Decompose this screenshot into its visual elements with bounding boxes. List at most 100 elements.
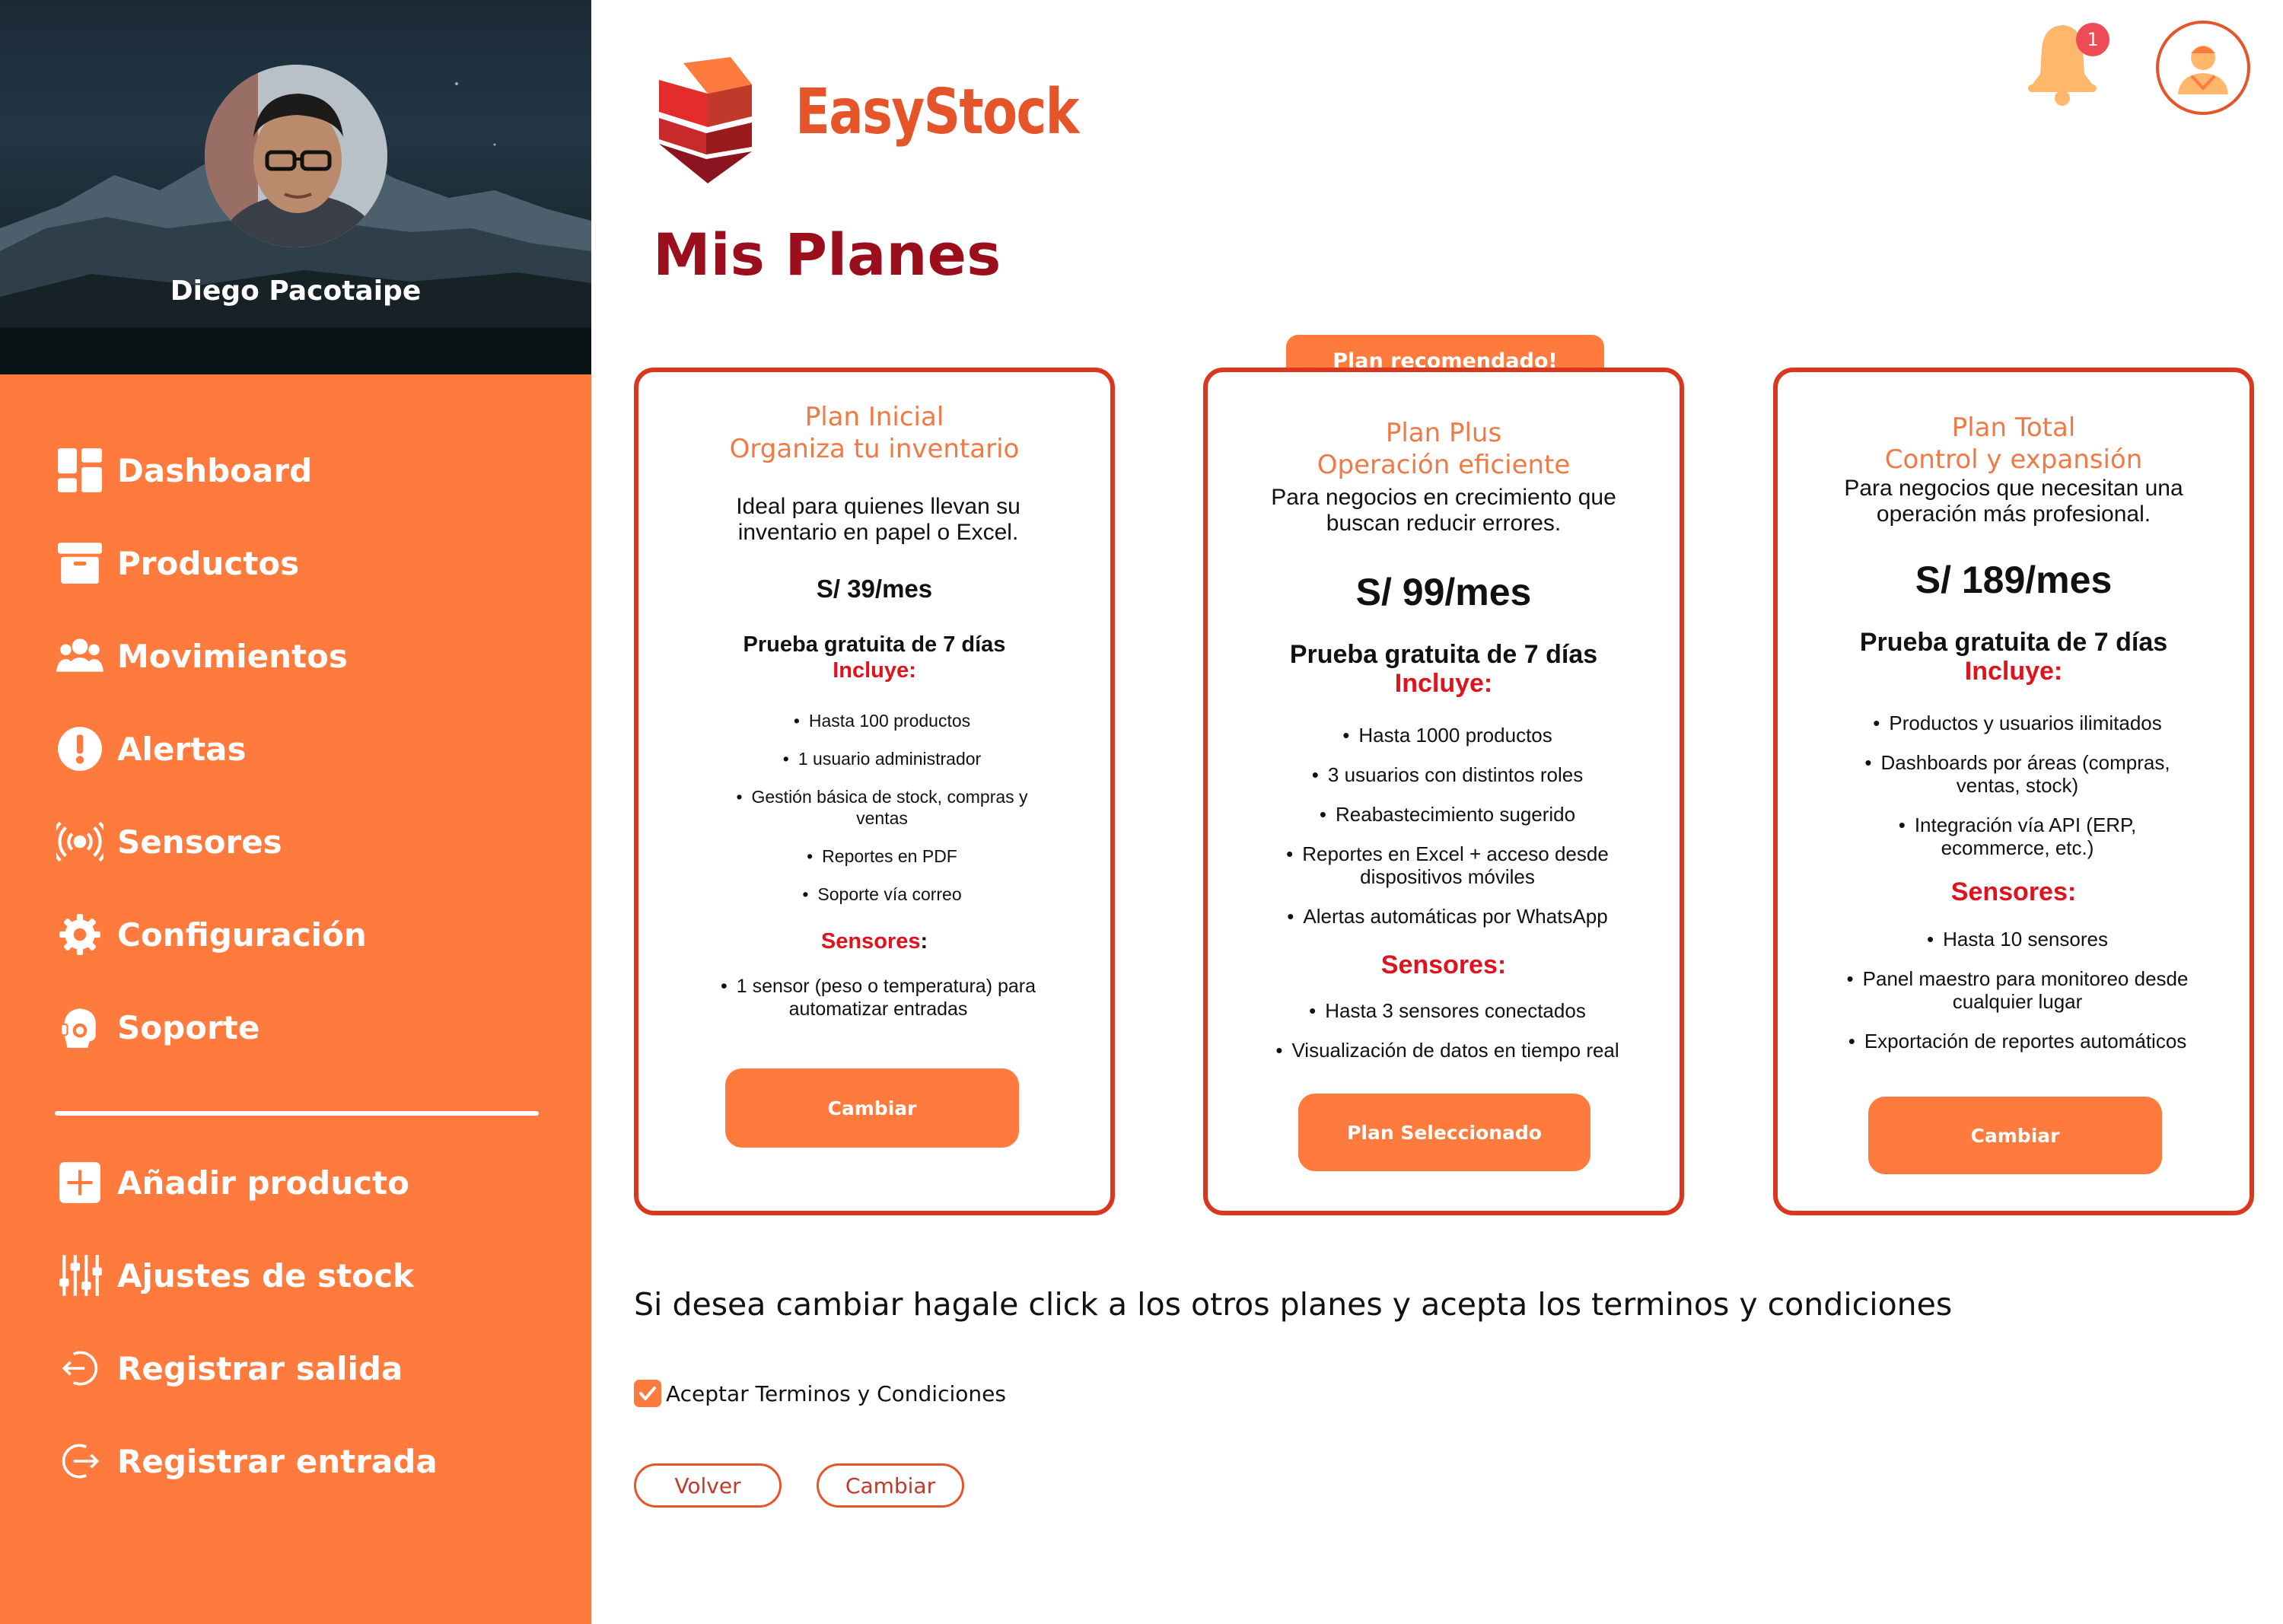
feature-item: Integración vía API (ERP, ecommerce, etc…	[1850, 814, 2185, 859]
plan-sensors-label: Sensores:	[1380, 951, 1507, 979]
sensor-wave-icon	[53, 815, 107, 868]
plan-trial: Prueba gratuita de 7 días	[1859, 628, 2168, 657]
feature-item: 1 usuario administrador	[715, 748, 1049, 769]
plan-sensors-colon: :	[920, 929, 928, 954]
profile-header: Diego Pacotaipe	[0, 0, 591, 374]
plan-includes-label: Incluye:	[1964, 657, 2063, 686]
terms-label: Aceptar Terminos y Condiciones	[666, 1380, 1006, 1406]
plan-includes-label: Incluye:	[833, 658, 916, 683]
plan-trial: Prueba gratuita de 7 días	[743, 632, 1006, 657]
plan-includes-label: Incluye:	[1394, 669, 1493, 698]
support-headset-icon	[53, 1001, 107, 1054]
exit-icon	[53, 1342, 107, 1395]
sidebar-item-label: Alertas	[117, 730, 247, 768]
sidebar-item-label: Registrar entrada	[117, 1442, 438, 1480]
plan-subtitle: Control y expansión	[1884, 444, 2143, 475]
sensor-item: Exportación de reportes automáticos	[1839, 1030, 2196, 1052]
terms-checkbox-row[interactable]: Aceptar Terminos y Condiciones	[634, 1380, 1006, 1407]
sidebar-divider	[55, 1111, 539, 1116]
sidebar-item-label: Sensores	[117, 823, 282, 861]
sidebar-action-registrar-entrada[interactable]: Registrar entrada	[53, 1431, 438, 1492]
sidebar: Diego Pacotaipe Dashboard Productos Movi…	[0, 0, 591, 1624]
plan-features: Hasta 100 productos 1 usuario administra…	[715, 710, 1049, 905]
plan-price: S/ 189/mes	[1915, 559, 2113, 601]
sidebar-item-label: Dashboard	[117, 451, 313, 489]
sensor-item: Hasta 10 sensores	[1839, 928, 2196, 951]
plan-sensors: Hasta 3 sensores conectados Visualizació…	[1269, 999, 1626, 1062]
brand-name: EasyStock	[795, 76, 1079, 148]
entry-icon	[53, 1435, 107, 1488]
feature-item: 3 usuarios con distintos roles	[1280, 763, 1615, 786]
plan-trial: Prueba gratuita de 7 días	[1289, 640, 1598, 669]
feature-item: Hasta 100 productos	[715, 710, 1049, 731]
sidebar-item-soporte[interactable]: Soporte	[53, 997, 260, 1058]
sidebar-item-movimientos[interactable]: Movimientos	[53, 626, 348, 686]
sensor-item: 1 sensor (peso o temperatura) para autom…	[707, 975, 1049, 1021]
plan-features: Hasta 1000 productos 3 usuarios con dist…	[1280, 724, 1615, 928]
feature-item: Reportes en PDF	[715, 845, 1049, 867]
sidebar-item-label: Registrar salida	[117, 1349, 403, 1387]
plan-title: Plan Total	[1951, 412, 2076, 443]
easystock-logo-icon	[659, 57, 752, 183]
change-plan-button[interactable]: Cambiar	[1868, 1097, 2162, 1174]
user-name: Diego Pacotaipe	[170, 275, 422, 307]
sidebar-item-productos[interactable]: Productos	[53, 533, 299, 594]
add-square-icon	[53, 1156, 107, 1209]
plan-price: S/ 39/mes	[816, 575, 933, 603]
instructions-text: Si desea cambiar hagale click a los otro…	[634, 1286, 1953, 1323]
plan-sensors-label: Sensores	[820, 929, 921, 954]
page-title: Mis Planes	[653, 221, 1001, 288]
plan-price: S/ 99/mes	[1355, 571, 1532, 613]
plan-card-total[interactable]: Plan Total Control y expansión Para nego…	[1773, 368, 2254, 1215]
plan-card-inicial[interactable]: Plan Inicial Organiza tu inventario Idea…	[634, 368, 1115, 1215]
feature-item: Reabastecimiento sugerido	[1280, 803, 1615, 826]
feature-item: Reportes en Excel + acceso desde disposi…	[1280, 842, 1615, 888]
feature-item: Soporte vía correo	[715, 884, 1049, 905]
plan-features: Productos y usuarios ilimitados Dashboar…	[1850, 712, 2185, 859]
user-menu-button[interactable]	[2156, 21, 2250, 115]
terms-checkbox[interactable]	[634, 1380, 661, 1407]
sidebar-item-configuracion[interactable]: Configuración	[53, 904, 367, 965]
change-plan-button[interactable]: Cambiar	[725, 1068, 1019, 1148]
notification-badge: 1	[2076, 23, 2109, 56]
sliders-icon	[53, 1249, 107, 1302]
plan-subtitle: Organiza tu inventario	[729, 434, 1020, 464]
sidebar-item-label: Productos	[117, 544, 300, 582]
users-group-icon	[53, 629, 107, 683]
back-button[interactable]: Volver	[634, 1463, 782, 1508]
plan-description: Para negocios en crecimiento que buscan …	[1271, 485, 1616, 536]
feature-item: Hasta 1000 productos	[1280, 724, 1615, 747]
plan-title: Plan Plus	[1385, 418, 1502, 448]
sidebar-action-registrar-salida[interactable]: Registrar salida	[53, 1338, 403, 1399]
sensor-item: Hasta 3 sensores conectados	[1269, 999, 1626, 1022]
gear-icon	[53, 908, 107, 961]
user-worker-icon	[2178, 46, 2228, 94]
sidebar-item-label: Configuración	[117, 915, 367, 954]
avatar[interactable]	[205, 65, 387, 247]
sidebar-action-ajustes-stock[interactable]: Ajustes de stock	[53, 1245, 414, 1306]
change-button[interactable]: Cambiar	[817, 1463, 964, 1508]
archive-box-icon	[53, 537, 107, 590]
feature-item: Productos y usuarios ilimitados	[1850, 712, 2185, 734]
sidebar-item-sensores[interactable]: Sensores	[53, 811, 282, 872]
sidebar-item-label: Movimientos	[117, 637, 348, 675]
sidebar-item-dashboard[interactable]: Dashboard	[53, 440, 312, 501]
sidebar-item-label: Soporte	[117, 1008, 260, 1046]
selected-plan-button[interactable]: Plan Seleccionado	[1298, 1094, 1590, 1171]
plan-title: Plan Inicial	[804, 402, 944, 432]
sidebar-item-label: Añadir producto	[117, 1164, 409, 1202]
sensor-item: Visualización de datos en tiempo real	[1269, 1039, 1626, 1062]
sidebar-action-anadir-producto[interactable]: Añadir producto	[53, 1152, 409, 1213]
feature-item: Alertas automáticas por WhatsApp	[1280, 905, 1615, 928]
feature-item: Dashboards por áreas (compras, ventas, s…	[1850, 751, 2185, 797]
plan-subtitle: Operación eficiente	[1317, 450, 1571, 480]
sidebar-item-label: Ajustes de stock	[117, 1256, 414, 1294]
checkmark-icon	[639, 1387, 656, 1400]
sidebar-item-alertas[interactable]: Alertas	[53, 718, 247, 779]
plan-card-plus[interactable]: Plan Plus Operación eficiente Para negoc…	[1203, 368, 1684, 1215]
plan-sensors: 1 sensor (peso o temperatura) para autom…	[707, 975, 1049, 1021]
plan-sensors-label: Sensores:	[1950, 877, 2077, 906]
plan-description: Ideal para quienes llevan su inventario …	[736, 494, 1021, 545]
alert-icon	[53, 722, 107, 775]
plan-description: Para negocios que necesitan una operació…	[1844, 476, 2183, 527]
